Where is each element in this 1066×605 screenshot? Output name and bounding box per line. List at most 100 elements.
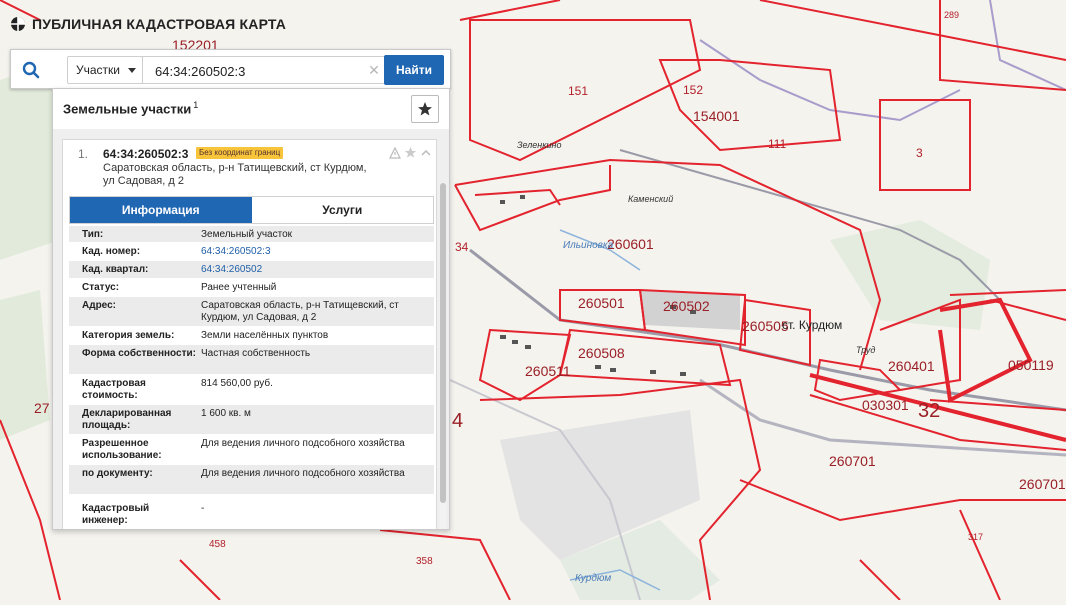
property-row: Форма собственности: Частная собственнос… (69, 345, 434, 375)
map-label: 27 (34, 400, 50, 416)
search-type-select[interactable]: Участки (67, 56, 143, 84)
property-key: Разрешенное использование: (82, 438, 162, 461)
property-row: Статус: Ранее учтенный (69, 279, 434, 297)
properties-table: Тип: Земельный участок Кад. номер: 64:34… (69, 226, 434, 529)
result-count: 1 (193, 100, 199, 110)
map-label: 260502 (663, 298, 710, 314)
warning-icon[interactable] (389, 146, 401, 159)
property-key: Кадастровый инженер: (82, 503, 150, 526)
star-icon (418, 102, 432, 116)
map-label: 154001 (693, 108, 740, 124)
favorites-button[interactable] (411, 95, 439, 123)
panel-title: Земельные участки 1 (63, 100, 198, 116)
property-key: Форма собственности: (82, 348, 196, 359)
property-row: Кад. квартал: 64:34:260502 (69, 261, 434, 279)
property-value: - (201, 503, 205, 514)
results-list: 1. 64:34:260502:3 Без координат границ С… (53, 129, 449, 529)
property-key: по документу: (82, 468, 153, 479)
result-index: 1. (78, 147, 89, 161)
property-row: по документу: Для ведения личного подсоб… (69, 465, 434, 495)
property-value: Земли населённых пунктов (201, 330, 329, 341)
property-value: Для ведения личного подсобного хозяйства (201, 438, 405, 449)
map-village-label: Каменский (628, 194, 674, 204)
star-outline-icon[interactable] (404, 146, 417, 159)
app-title: ПУБЛИЧНАЯ КАДАСТРОВАЯ КАРТА (32, 16, 287, 32)
property-key: Кад. номер: (82, 246, 141, 257)
result-tabs: Информация Услуги (69, 196, 434, 224)
property-value: 814 560,00 руб. (201, 378, 273, 389)
map-label: 458 (209, 539, 226, 550)
property-link[interactable]: 64:34:260502:3 (201, 246, 421, 258)
property-row: Кадастровый инженер: - (69, 495, 434, 529)
property-value: 1 600 кв. м (201, 408, 251, 419)
scrollbar-thumb[interactable] (440, 183, 446, 503)
map-village-label: Труд (856, 345, 876, 355)
map-label: 151 (568, 84, 589, 98)
map-label: 260401 (888, 358, 935, 374)
map-label: 260508 (578, 345, 625, 361)
search-type-label: Участки (76, 63, 120, 77)
property-value: Саратовская область, р-н Татищевский, ст… (201, 300, 399, 323)
property-row: Разрешенное использование: Для ведения л… (69, 435, 434, 465)
property-value: Земельный участок (201, 229, 293, 240)
property-key: Декларированная площадь: (82, 408, 172, 431)
results-panel: Земельные участки 1 1. 64:34:260502:3 Без… (52, 88, 450, 530)
status-badge: Без координат границ (196, 147, 284, 159)
property-row: Категория земель: Земли населённых пункт… (69, 327, 434, 345)
result-tools (389, 146, 432, 159)
property-row: Декларированная площадь: 1 600 кв. м (69, 405, 434, 435)
property-row: Адрес: Саратовская область, р-н Татищевс… (69, 297, 434, 327)
chevron-down-icon (128, 67, 136, 73)
property-key: Тип: (82, 229, 104, 240)
app-header: ПУБЛИЧНАЯ КАДАСТРОВАЯ КАРТА (10, 12, 286, 36)
property-row: Кадастровая стоимость: 814 560,00 руб. (69, 375, 434, 405)
map-label: 3 (916, 146, 923, 160)
search-input[interactable] (143, 57, 377, 85)
result-cad-number[interactable]: 64:34:260502:3 (103, 147, 188, 161)
chevron-up-icon[interactable] (420, 147, 432, 159)
search-input-wrap: ✕ (142, 56, 388, 85)
map-label: 111 (768, 137, 787, 151)
map-label: 358 (416, 556, 433, 567)
map-label: 260601 (607, 236, 654, 252)
scrollbar[interactable] (440, 183, 446, 529)
map-label: 34 (455, 240, 469, 254)
map-label: 030301 (862, 397, 909, 413)
map-label: 4 (452, 410, 464, 432)
property-key: Кад. квартал: (82, 264, 149, 275)
map-label: 260701 (829, 453, 876, 469)
map-settlement-label: ст. Курдюм (782, 318, 843, 332)
find-button[interactable]: Найти (384, 55, 444, 85)
property-value: Ранее учтенный (201, 282, 277, 293)
property-key: Категория земель: (82, 330, 175, 341)
result-address: Саратовская область, р-н Татищевский, ст… (103, 162, 367, 187)
search-bar: Участки ✕ Найти (10, 49, 451, 89)
map-village-label: Зеленкино (517, 140, 562, 150)
property-key: Адрес: (82, 300, 116, 311)
property-value: Частная собственность (201, 348, 311, 359)
property-row: Кад. номер: 64:34:260502:3 (69, 243, 434, 261)
map-label: 260511 (525, 363, 571, 379)
map-label: 260501 (578, 295, 625, 311)
map-river-label: Курдюм (575, 573, 612, 584)
map-label: 050119 (1008, 357, 1054, 373)
property-row: Тип: Земельный участок (69, 226, 434, 243)
search-button[interactable] (17, 56, 45, 84)
search-icon (22, 61, 40, 79)
logo-icon (11, 17, 25, 31)
tab-services[interactable]: Услуги (251, 197, 433, 223)
panel-header: Земельные участки 1 (53, 89, 449, 129)
panel-title-text: Земельные участки (63, 101, 192, 117)
property-link[interactable]: 64:34:260502 (201, 264, 421, 276)
result-card[interactable]: 1. 64:34:260502:3 Без координат границ С… (62, 139, 437, 529)
map-label: 32 (918, 400, 941, 422)
clear-icon[interactable]: ✕ (365, 61, 383, 79)
map-label: 260701 (1019, 476, 1066, 492)
map-river-label: Ильиновка (563, 240, 614, 251)
map-label: 289 (944, 10, 960, 20)
map-label: 317 (968, 532, 984, 542)
property-value: Для ведения личного подсобного хозяйства (201, 468, 405, 479)
tab-information[interactable]: Информация (70, 197, 252, 223)
map-label: 152 (683, 83, 704, 97)
property-key: Кадастровая стоимость: (82, 378, 146, 401)
